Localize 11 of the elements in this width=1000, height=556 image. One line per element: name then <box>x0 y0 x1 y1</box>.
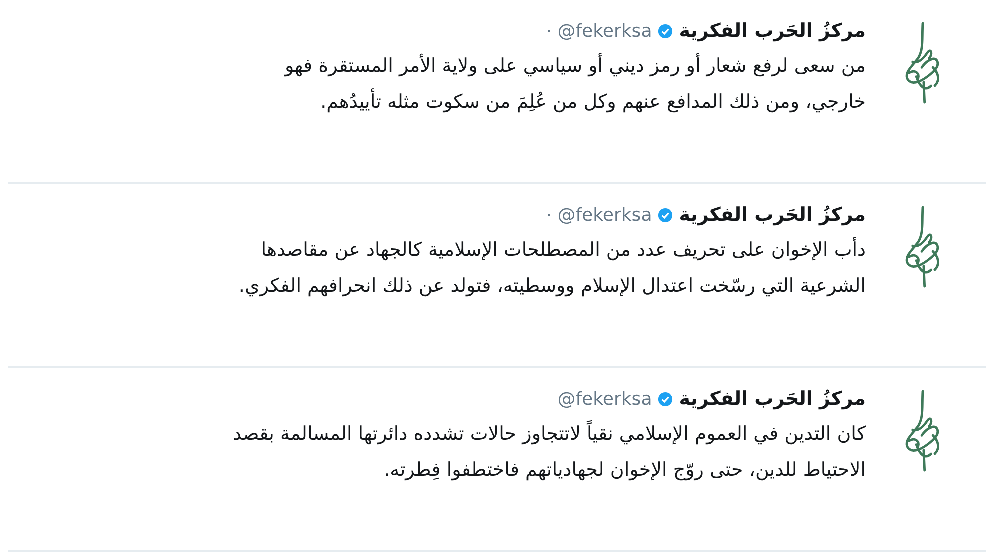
account-name[interactable]: مركزُ الحَرب الفكرية <box>679 20 866 42</box>
account-handle[interactable]: @fekerksa <box>558 204 652 226</box>
separator-dot: · <box>546 22 552 40</box>
account-name[interactable]: مركزُ الحَرب الفكرية <box>679 388 866 410</box>
account-handle[interactable]: @fekerksa <box>558 388 652 410</box>
separator-dot: · <box>546 206 552 224</box>
account-name[interactable]: مركزُ الحَرب الفكرية <box>679 204 866 226</box>
tweet-text: من سعى لرفع شعار أو رمز ديني أو سياسي على ولاية الأمر المستقرة فهو خارجي، ومن ذلك المدافع عنهم وكل من عُلِمَ من سكوت مثله تأييدُهم. <box>284 52 866 115</box>
account-handle[interactable]: @fekerksa <box>558 20 652 42</box>
tweet-text: دأب الإخوان على تحريف عدد من المصطلحات الإسلامية كالجهاد عن مقاصدها الشرعية التي رسّخت اعتدال الإسلام ووسطيته، فتولد عن ذلك انحرافهم الفكري. <box>238 236 866 299</box>
tweet-text: كان التدين في العموم الإسلامي نقياً لاتتجاوز حالات تشدده دائرتها المسالمة بقصد الاحتياط للدين، حتى روّج الإخوان لجهادياتهم فاختطفوا فِطرته. <box>233 416 866 488</box>
